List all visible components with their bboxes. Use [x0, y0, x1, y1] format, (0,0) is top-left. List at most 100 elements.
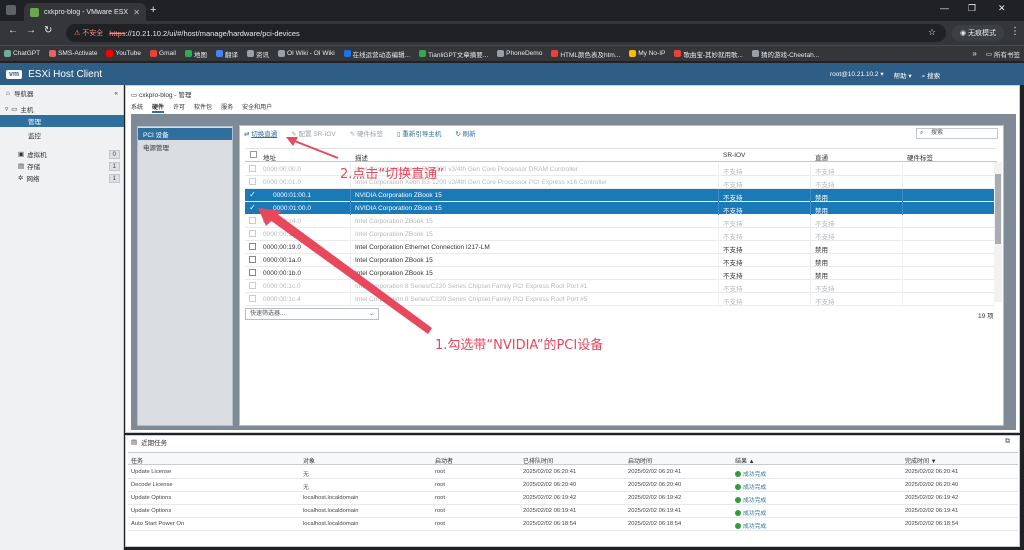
task-col-0[interactable]: 任务 [131, 456, 143, 465]
tab-search-icon[interactable] [6, 5, 16, 15]
refresh-button[interactable]: ↻ 刷新 [455, 128, 475, 138]
browser-tab[interactable]: cxkpro-blog - VMware ESXi ✕ [24, 3, 146, 21]
col-hardware-label[interactable]: 硬件标签 [907, 152, 933, 162]
col-address[interactable]: 地址 [263, 152, 276, 162]
row-checkbox[interactable] [249, 165, 256, 172]
table-row[interactable]: 0000:00:1c.4 Intel Corporation 8 Series/C… [245, 293, 995, 306]
table-row[interactable]: ✓ 0000:01:00.1 NVIDIA Corporation ZBook 15… [245, 189, 995, 202]
task-row[interactable]: Auto Start Power On localhost.localdomain… [128, 518, 1018, 531]
side-item-pci[interactable]: PCI 设备 [138, 128, 232, 140]
reload-icon[interactable]: ↻ [44, 25, 52, 36]
row-checkbox[interactable]: ✓ [249, 204, 256, 212]
incognito-badge[interactable]: ◉ 无痕模式 [952, 25, 1004, 41]
minimize-icon[interactable]: — [940, 3, 949, 13]
nav-manage[interactable]: 管理 [0, 115, 124, 127]
task-col-2[interactable]: 启动者 [435, 456, 453, 465]
bookmark-item[interactable]: HTML颜色表及htm... [551, 49, 620, 59]
bookmark-item[interactable]: SMS-Activate [49, 50, 97, 57]
side-item-power[interactable]: 电源管理 [138, 141, 232, 153]
task-col-1[interactable]: 对象 [303, 456, 315, 465]
forward-icon[interactable]: → [26, 25, 36, 36]
table-row[interactable]: 0000:00:16.0 Intel Corporation ZBook 15 不支… [245, 228, 995, 241]
hardware-label-button[interactable]: ✎ 硬件标签 [350, 128, 383, 138]
row-checkbox[interactable] [249, 230, 256, 237]
reboot-host-button[interactable]: ▯ 重新引导主机 [397, 128, 441, 138]
row-checkbox[interactable] [249, 243, 256, 250]
col-divider [810, 241, 811, 254]
header-search[interactable]: ⌕ 搜索 [922, 70, 940, 81]
nav-storage[interactable]: ▤ 存储 1 [0, 160, 124, 172]
col-description[interactable]: 描述 [355, 152, 368, 162]
row-checkbox[interactable] [249, 256, 256, 263]
close-window-icon[interactable]: ✕ [998, 3, 1006, 14]
row-checkbox[interactable] [249, 269, 256, 276]
user-menu[interactable]: root@10.21.10.2 ▾ [830, 70, 884, 81]
table-row[interactable]: 0000:00:14.0 Intel Corporation ZBook 15 不支… [245, 215, 995, 228]
task-col-4[interactable]: 启动时间 [628, 456, 652, 465]
more-bookmarks-icon[interactable]: » [972, 49, 976, 58]
nav-host[interactable]: ▿ ▭ 主机 [0, 103, 124, 115]
help-menu[interactable]: 帮助 ▾ [894, 70, 912, 81]
col-passthrough[interactable]: 直通 [815, 152, 828, 162]
bookmark-item[interactable]: 资讯 [247, 49, 269, 59]
tab-3[interactable]: 软件包 [194, 102, 212, 113]
bookmark-item[interactable]: 在线运营动态编辑... [343, 49, 410, 59]
chevron-down-icon: ⌄ [368, 311, 374, 317]
browser-menu-icon[interactable]: ⋮ [1010, 26, 1020, 37]
task-row[interactable]: Update Options localhost.localdomain root 2… [128, 492, 1018, 505]
select-all-checkbox[interactable] [250, 151, 257, 158]
maximize-tasks-icon[interactable]: ⧉ [1005, 438, 1010, 446]
table-row[interactable]: ✓ 0000:01:00.0 NVIDIA Corporation ZBook 15… [245, 202, 995, 215]
table-row[interactable]: 0000:00:1c.0 Intel Corporation 8 Series/C… [245, 280, 995, 293]
row-checkbox[interactable] [249, 295, 256, 302]
row-checkbox[interactable] [249, 217, 256, 224]
bookmark-item[interactable]: 翻译 [216, 49, 238, 59]
task-col-6[interactable]: 完成时间 ▼ [905, 456, 937, 465]
bookmark-item[interactable]: Gmail [150, 50, 176, 57]
bookmark-item[interactable]: TianliGPT文章摘要... [419, 49, 488, 59]
nav-vms[interactable]: ▣ 虚拟机 0 [0, 148, 124, 160]
configure-sriov-button[interactable]: ✎ 配置 SR-IOV [291, 128, 335, 138]
bookmark-item[interactable]: 地图 [185, 49, 207, 59]
bookmark-item[interactable]: YouTube [106, 50, 141, 57]
bookmark-star-icon[interactable]: ☆ [928, 27, 936, 38]
bookmark-item[interactable]: PhoneDemo [497, 50, 542, 57]
new-tab-icon[interactable]: + [150, 4, 156, 16]
table-row[interactable]: 0000:00:1a.0 Intel Corporation ZBook 15 不支… [245, 254, 995, 267]
grid-search-input[interactable]: ⌕ 搜索 [916, 128, 998, 139]
table-row[interactable]: 0000:00:19.0 Intel Corporation Ethernet C… [245, 241, 995, 254]
bookmark-item[interactable]: 猜的游戏-Cheetah... [751, 49, 819, 59]
bookmark-item[interactable]: 歌曲宝-其妙就用歌... [674, 49, 743, 59]
tab-0[interactable]: 系统 [131, 102, 143, 113]
row-checkbox[interactable] [249, 178, 256, 185]
grid-scrollbar[interactable] [994, 162, 1002, 302]
tab-5[interactable]: 安全和用户 [242, 102, 272, 113]
back-icon[interactable]: ← [8, 25, 18, 36]
restore-icon[interactable]: ❐ [968, 3, 976, 14]
bookmark-item[interactable]: My No-IP [629, 50, 665, 57]
task-row[interactable]: Decode License 无 root 2025/02/02 06:20:40 20… [128, 479, 1018, 492]
address-bar[interactable]: ⚠ 不安全 https://10.21.10.2/ui/#/host/manag… [66, 24, 946, 42]
task-col-5[interactable]: 结果 ▲ [735, 456, 755, 465]
task-row[interactable]: Update Options localhost.localdomain root 2… [128, 505, 1018, 518]
close-tab-icon[interactable]: ✕ [133, 8, 140, 17]
nav-monitor[interactable]: 监控 [0, 129, 124, 141]
table-row[interactable]: 0000:00:1b.0 Intel Corporation ZBook 15 不支… [245, 267, 995, 280]
tab-4[interactable]: 服务 [221, 102, 233, 113]
collapse-navigator-icon[interactable]: « [114, 90, 118, 97]
toggle-passthrough-button[interactable]: ⇄ 切换直通 [244, 128, 277, 138]
bookmark-item[interactable]: OI Wiki - OI Wiki [278, 50, 335, 57]
task-col-3[interactable]: 已排队时间 [523, 456, 553, 465]
bookmark-item[interactable]: ChatGPT [4, 50, 40, 57]
nav-network[interactable]: ✲ 网络 1 [0, 172, 124, 184]
not-secure-badge[interactable]: ⚠ 不安全 [74, 28, 103, 38]
quick-filter-select[interactable]: 快速筛选器... ⌄ [245, 308, 379, 320]
col-sriov[interactable]: SR-IOV [723, 152, 745, 159]
task-row[interactable]: Update License 无 root 2025/02/02 06:20:41 20… [128, 466, 1018, 479]
all-bookmarks-folder[interactable]: ▭ 所有书签 [986, 49, 1020, 59]
scrollbar-thumb[interactable] [995, 174, 1001, 244]
tab-1[interactable]: 硬件 [152, 102, 165, 113]
tab-2[interactable]: 许可 [173, 102, 185, 113]
row-checkbox[interactable] [249, 282, 256, 289]
row-checkbox[interactable]: ✓ [249, 191, 256, 199]
